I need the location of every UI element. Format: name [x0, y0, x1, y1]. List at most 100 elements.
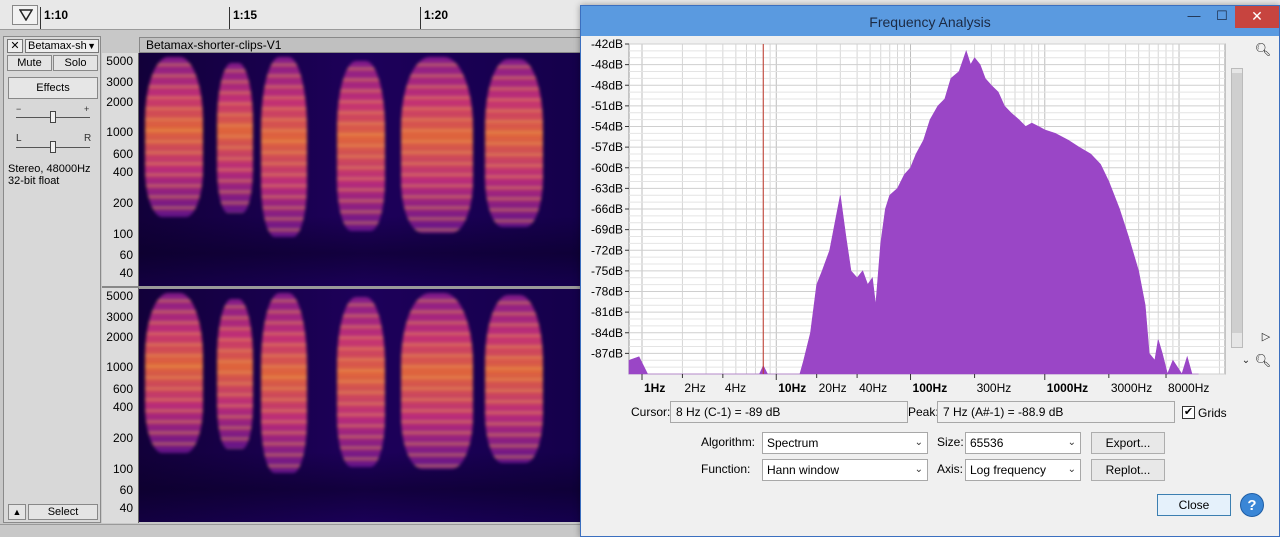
timeline-label: 1:10 [44, 8, 69, 22]
clip-name-bar[interactable]: Betamax-shorter-clips-V1 [139, 37, 589, 53]
ruler-label: 5000 [106, 54, 133, 68]
window-title-bar[interactable]: Frequency Analysis — ☐ ✕ [581, 6, 1279, 36]
effects-button[interactable]: Effects [8, 77, 98, 99]
y-tick-label: -84dB [591, 326, 623, 340]
window-close-button[interactable]: ✕ [1235, 6, 1279, 28]
export-button[interactable]: Export... [1091, 432, 1165, 454]
scrollbar-thumb[interactable] [1232, 73, 1242, 333]
axis-select[interactable]: Log frequency ⌄ [965, 459, 1081, 481]
y-tick-label: -87dB [591, 346, 623, 360]
spectrum-plot-area[interactable]: -42dB -48dB -48dB -51dB -54dB -57dB -60dB -63dB… [583, 38, 1279, 398]
x-tick-label: 10Hz [778, 381, 806, 395]
speech-burst [401, 57, 473, 233]
gain-minus-label: − [16, 104, 22, 114]
y-tick-label: -57dB [591, 140, 623, 154]
algorithm-select[interactable]: Spectrum ⌄ [762, 432, 928, 454]
frequency-vertical-ruler[interactable]: 5000 3000 2000 1000 600 400 200 100 60 4… [102, 53, 139, 523]
y-tick-label: -75dB [591, 264, 623, 278]
axis-label: Axis: [937, 462, 964, 476]
ruler-label: 40 [119, 501, 133, 515]
timeline-tick [229, 7, 230, 29]
chevron-down-icon: ⌄ [1067, 437, 1076, 448]
speech-burst [261, 57, 307, 237]
collapse-track-button[interactable]: ▲ [8, 504, 26, 520]
x-tick-label: 2Hz [684, 381, 705, 395]
size-value: 65536 [970, 436, 1004, 450]
zoom-out-icon[interactable]: 🔍︎ [1254, 352, 1272, 370]
function-label: Function: [701, 462, 751, 476]
gain-slider-thumb[interactable] [50, 111, 56, 123]
function-value: Hann window [767, 463, 840, 477]
replot-button[interactable]: Replot... [1091, 459, 1165, 481]
spectrum-chart[interactable]: -42dB -48dB -48dB -51dB -54dB -57dB -60dB -63dB… [583, 38, 1279, 398]
ruler-label: 400 [112, 165, 133, 179]
timeline-tick [420, 7, 421, 29]
maximize-button[interactable]: ☐ [1209, 6, 1235, 28]
y-tick-label: -48dB [591, 58, 623, 72]
size-label: Size: [937, 435, 964, 449]
x-tick-label: 3000Hz [1111, 381, 1152, 395]
y-tick-label: -48dB [591, 78, 623, 92]
select-track-button[interactable]: Select [28, 504, 98, 520]
timeline-options-button[interactable] [12, 5, 38, 25]
help-icon[interactable]: ? [1240, 493, 1264, 517]
y-tick-label: -78dB [591, 285, 623, 299]
track-close-button[interactable]: ✕ [7, 39, 23, 53]
speech-burst [485, 59, 543, 227]
spectrogram-view[interactable] [139, 53, 589, 523]
y-tick-label: -81dB [591, 305, 623, 319]
track-format-info: Stereo, 48000Hz 32-bit float [8, 163, 91, 187]
ruler-label: 600 [112, 147, 133, 161]
ruler-label: 1000 [106, 360, 133, 374]
x-tick-label: 40Hz [859, 381, 887, 395]
ruler-label: 3000 [106, 75, 133, 89]
speech-burst [217, 63, 253, 213]
chevron-down-icon: ⌄ [914, 464, 923, 475]
pan-right-label: R [84, 133, 92, 144]
y-tick-label: -42dB [591, 38, 623, 51]
ruler-label: 60 [119, 483, 133, 497]
ruler-label: 100 [112, 462, 133, 476]
ruler-label: 2000 [106, 330, 133, 344]
function-select[interactable]: Hann window ⌄ [762, 459, 928, 481]
spectrogram-right-channel[interactable] [139, 289, 589, 522]
track-control-panel[interactable]: ✕ Betamax-sh ▼ Mute Solo Effects − + L R… [3, 36, 101, 523]
timeline-label: 1:20 [424, 8, 449, 22]
ruler-label: 100 [112, 227, 133, 241]
ruler-label: 3000 [106, 310, 133, 324]
pan-slider-thumb[interactable] [50, 141, 56, 153]
y-tick-label: -63dB [591, 181, 623, 195]
algorithm-value: Spectrum [767, 436, 819, 450]
ruler-label: 5000 [106, 289, 133, 303]
algorithm-label: Algorithm: [701, 435, 756, 449]
mute-button[interactable]: Mute [7, 55, 52, 71]
speech-burst [401, 293, 473, 469]
y-tick-label: -72dB [591, 243, 623, 257]
x-tick-label: 100Hz [913, 381, 948, 395]
size-select[interactable]: 65536 ⌄ [965, 432, 1081, 454]
channel-divider [102, 286, 139, 288]
scroll-arrow-icon[interactable]: ▷ [1257, 328, 1275, 346]
minimize-button[interactable]: — [1179, 6, 1209, 28]
speech-burst [145, 57, 203, 217]
track-name-menu[interactable]: Betamax-sh ▼ [25, 39, 99, 53]
ruler-label: 200 [112, 196, 133, 210]
triangle-down-icon [19, 9, 33, 21]
grids-checkbox[interactable]: ✔ [1182, 406, 1195, 419]
close-button[interactable]: Close [1157, 494, 1231, 516]
zoom-in-icon[interactable]: 🔍︎ [1254, 41, 1272, 59]
frequency-analysis-window[interactable]: Frequency Analysis — ☐ ✕ -42dB -48dB -48dB… [580, 5, 1280, 537]
vertical-zoom-scrollbar[interactable] [1231, 68, 1243, 348]
grids-label: Grids [1198, 406, 1227, 420]
spectrogram-left-channel[interactable] [139, 53, 589, 286]
y-tick-label: -51dB [591, 99, 623, 113]
speech-burst [217, 299, 253, 449]
ruler-label: 600 [112, 382, 133, 396]
peak-label: Peak: [908, 405, 939, 419]
chevron-down-icon[interactable]: ⌄ [1237, 352, 1255, 370]
solo-button[interactable]: Solo [53, 55, 98, 71]
gain-plus-label: + [84, 104, 90, 114]
y-tick-label: -69dB [591, 223, 623, 237]
timeline-label: 1:15 [233, 8, 258, 22]
ruler-label: 2000 [106, 95, 133, 109]
